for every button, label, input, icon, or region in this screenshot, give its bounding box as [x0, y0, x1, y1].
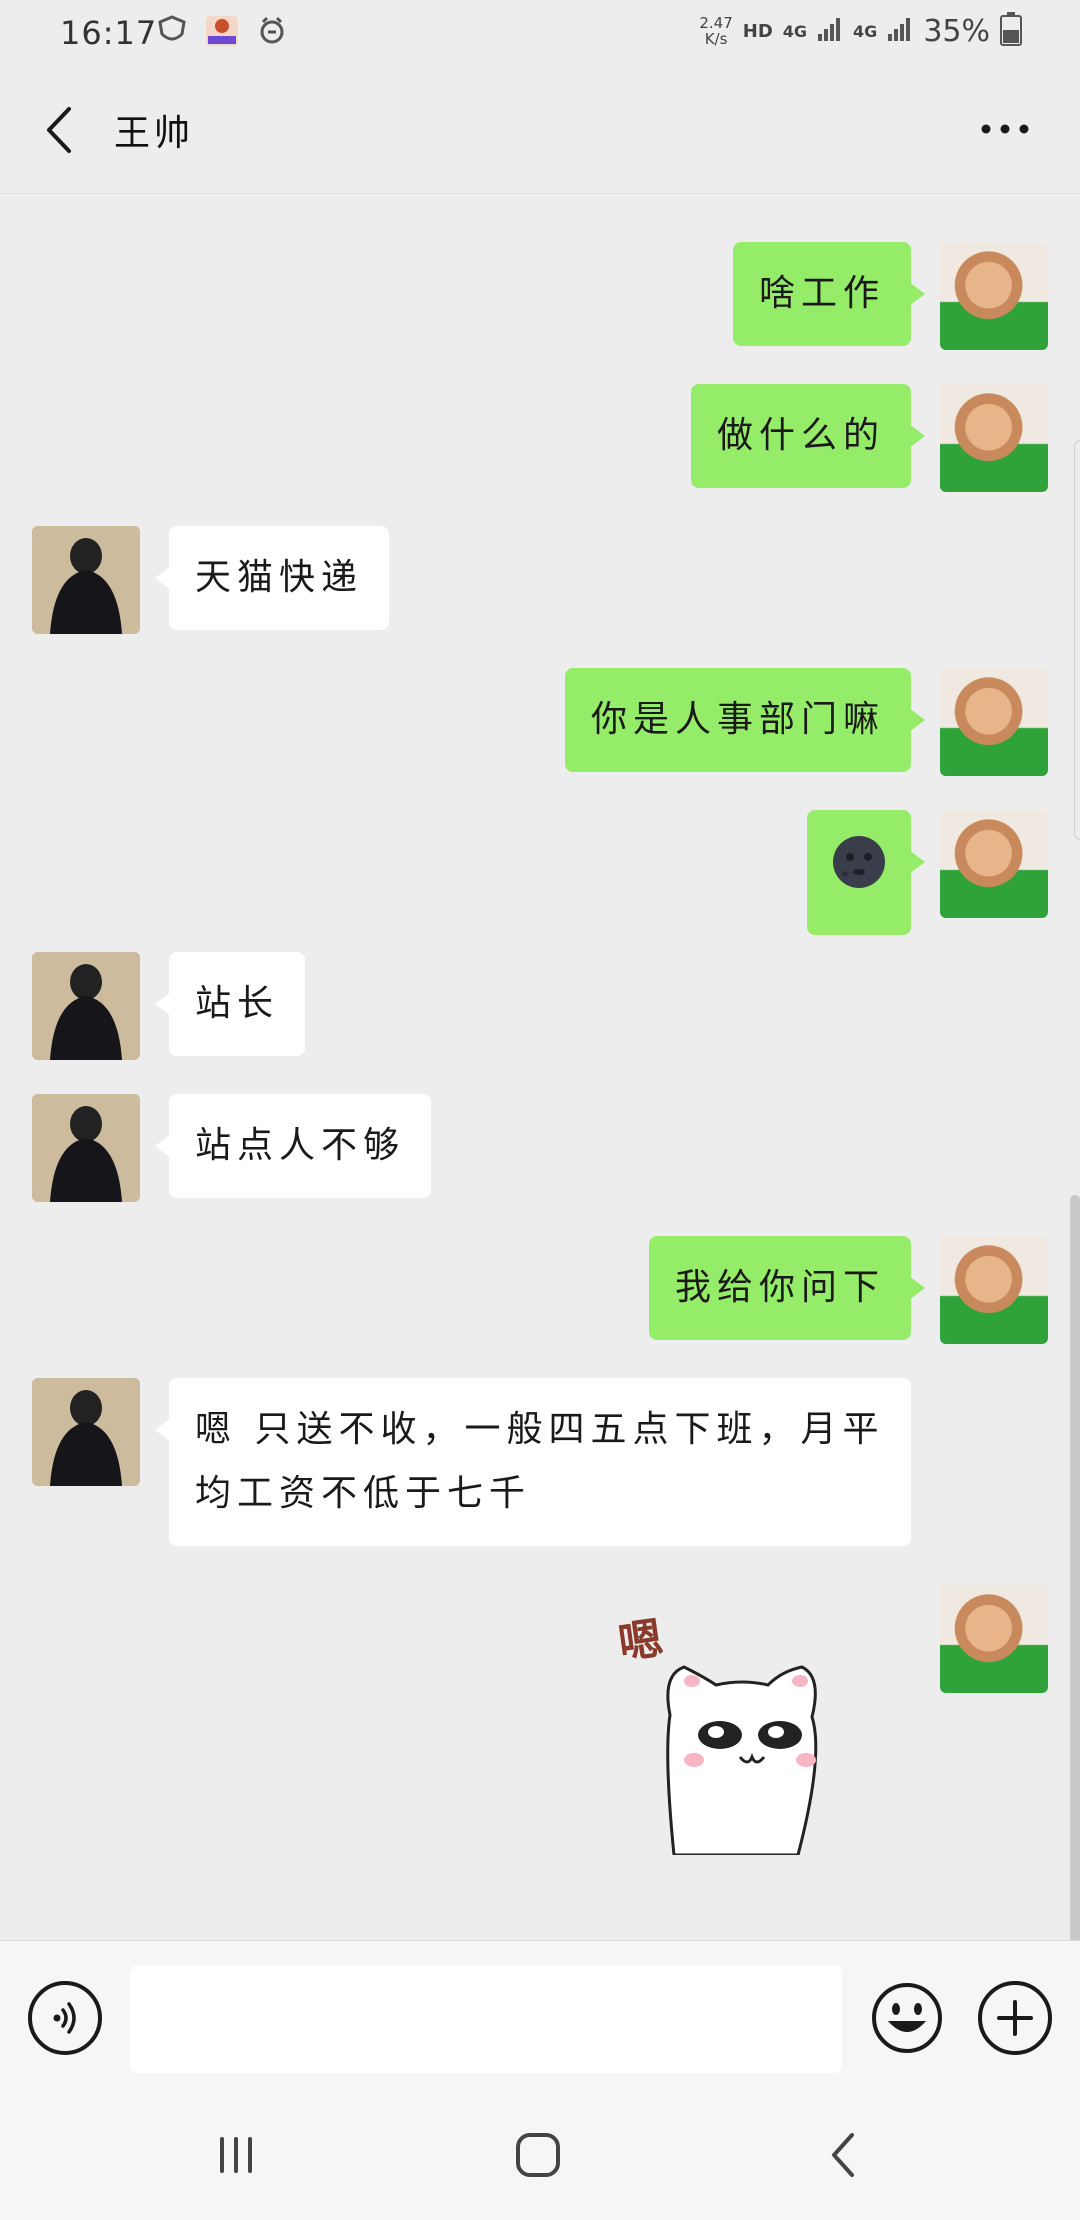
voice-icon	[53, 2002, 76, 2034]
input-bar	[0, 1940, 1080, 2090]
contact-photo-icon	[32, 952, 140, 1060]
message-bubble-contact[interactable]: 站长	[154, 952, 306, 1056]
message-bubble-self[interactable]	[807, 810, 925, 935]
4g-indicator-1: 4G	[782, 21, 808, 41]
contact-photo-icon	[32, 526, 140, 634]
chat-area[interactable]: 啥工作 做什么的 天猫快递 你是人事部门嘛 站长 站点人不够 我给你问下 嗯 只…	[0, 195, 1080, 2135]
more-dots-icon	[981, 124, 1029, 134]
network-speed: 2.47 K/s	[699, 14, 733, 48]
signal-icon-1	[817, 16, 843, 46]
hd-indicator: HD	[742, 20, 773, 42]
message-bubble-self[interactable]: 我给你问下	[648, 1236, 926, 1340]
avatar-contact[interactable]	[32, 526, 140, 634]
emoji-icon	[872, 1983, 942, 2053]
status-bar: 16:17 2.47 K/s HD 4G 4G 35%	[0, 0, 1080, 64]
chat-header: 王帅	[0, 64, 1080, 194]
contact-photo-icon	[32, 1378, 140, 1486]
avatar-contact[interactable]	[32, 1378, 140, 1486]
scroll-indicator	[1074, 440, 1080, 840]
shield-notification-icon	[154, 12, 190, 48]
avatar-self[interactable]	[940, 1236, 1048, 1344]
home-button[interactable]	[498, 2120, 578, 2190]
recent-apps-icon	[220, 2137, 252, 2173]
app-notification-icon	[254, 12, 290, 48]
plus-button[interactable]	[978, 1981, 1052, 2055]
signal-icon-2	[887, 16, 913, 46]
avatar-self[interactable]	[940, 1585, 1048, 1693]
plus-icon	[997, 2000, 1033, 2036]
nav-back-icon	[832, 2133, 854, 2177]
more-button[interactable]	[970, 104, 1040, 154]
emoji-button[interactable]	[870, 1981, 944, 2055]
message-bubble-self[interactable]: 啥工作	[732, 242, 926, 346]
message-bubble-contact[interactable]: 嗯 只送不收，一般四五点下班，月平均工资不低于七千	[155, 1378, 911, 1546]
cat-face-icon	[666, 1665, 818, 1855]
status-time: 16:17	[60, 14, 158, 52]
message-bubble-self[interactable]: 做什么的	[690, 384, 926, 488]
shopping-app-icon	[204, 12, 240, 48]
avatar-self[interactable]	[940, 810, 1048, 918]
avatar-self[interactable]	[940, 668, 1048, 776]
message-bubble-contact[interactable]: 天猫快递	[154, 526, 390, 630]
avatar-contact[interactable]	[32, 1094, 140, 1202]
battery-icon	[1000, 12, 1022, 50]
message-bubble-contact[interactable]: 站点人不够	[154, 1094, 432, 1198]
contact-photo-icon	[32, 1094, 140, 1202]
message-input[interactable]	[130, 1965, 842, 2073]
notification-icons	[154, 12, 290, 48]
new-moon-face-emoji	[833, 836, 885, 888]
cat-sticker[interactable]: 嗯	[612, 1605, 852, 1855]
home-icon	[516, 2133, 560, 2177]
avatar-contact[interactable]	[32, 952, 140, 1060]
avatar-self[interactable]	[940, 242, 1048, 350]
message-bubble-self[interactable]: 你是人事部门嘛	[564, 668, 926, 772]
back-button[interactable]	[28, 100, 88, 160]
page-title: 王帅	[114, 113, 195, 154]
system-navigation-bar	[0, 2090, 1080, 2220]
recent-apps-button[interactable]	[196, 2120, 276, 2190]
status-indicators: 2.47 K/s HD 4G 4G 35%	[699, 12, 1022, 50]
back-arrow-icon	[47, 107, 71, 153]
4g-indicator-2: 4G	[853, 21, 878, 41]
avatar-self[interactable]	[940, 384, 1048, 492]
nav-back-button[interactable]	[802, 2120, 882, 2190]
voice-button[interactable]	[28, 1981, 102, 2055]
battery-percent: 35%	[923, 13, 990, 49]
